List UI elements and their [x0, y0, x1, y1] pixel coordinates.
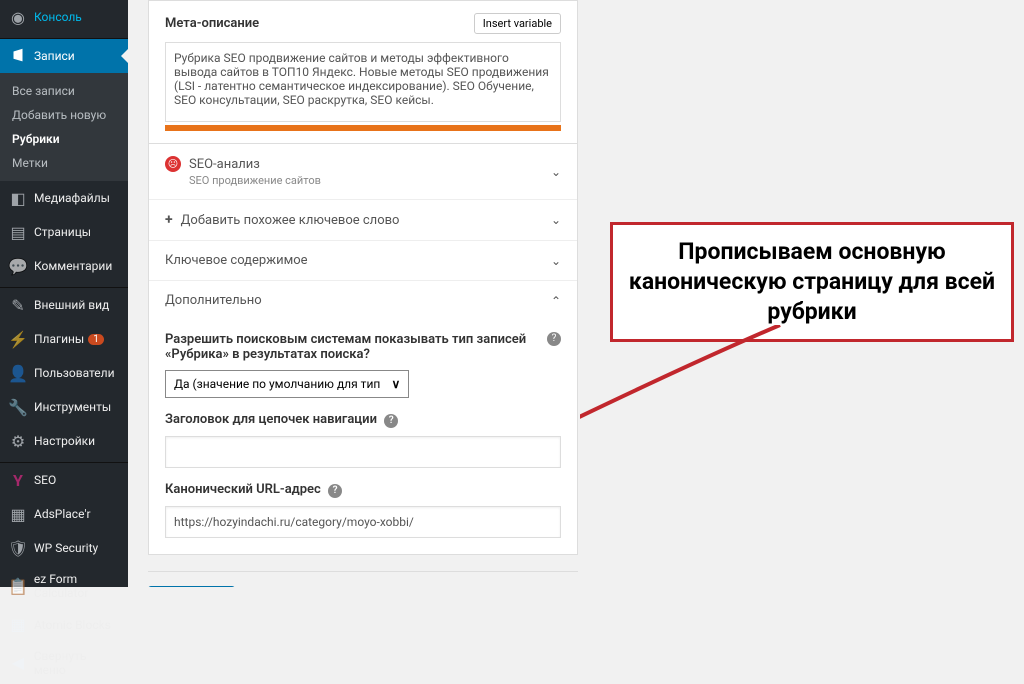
- sad-face-icon: ☹: [165, 156, 181, 172]
- user-icon: 👤: [8, 363, 28, 383]
- search-visibility-select[interactable]: Да (значение по умолчанию для тип: [165, 370, 409, 398]
- search-visibility-label: Разрешить поисковым системам показывать …: [165, 332, 543, 362]
- sidebar-label: SEO: [34, 473, 56, 487]
- sidebar-label: Внешний вид: [34, 298, 109, 312]
- submenu-all-posts[interactable]: Все записи: [0, 79, 128, 103]
- submenu-add-new[interactable]: Добавить новую: [0, 103, 128, 127]
- sidebar-label: Консоль: [34, 10, 82, 24]
- sidebar-label: ez Form Calculator: [34, 572, 120, 601]
- shield-icon: 🛡: [8, 538, 28, 558]
- sidebar-label: WP Security: [34, 541, 98, 555]
- accordion-subtitle: SEO продвижение сайтов: [189, 174, 321, 187]
- grid-icon: ▦: [8, 504, 28, 524]
- gear-icon: ⚙: [8, 431, 28, 451]
- insert-variable-button[interactable]: Insert variable: [474, 13, 561, 34]
- accordion-label: SEO-анализ: [189, 157, 260, 172]
- gauge-icon: ◉: [8, 7, 28, 27]
- blocks-icon: ▦: [8, 615, 28, 635]
- additional-panel: Разрешить поисковым системам показывать …: [149, 320, 577, 554]
- sidebar-item-pages[interactable]: ▤ Страницы: [0, 215, 128, 249]
- accordion-label: Ключевое содержимое: [165, 253, 308, 268]
- sidebar-label: Записи: [34, 49, 75, 63]
- accordion-label: Дополнительно: [165, 293, 262, 308]
- update-badge: 1: [88, 334, 104, 345]
- sidebar-label: Медиафайлы: [34, 191, 110, 205]
- accordion-label: Добавить похожее ключевое слово: [181, 213, 400, 228]
- add-keyword-row[interactable]: Добавить похожее ключевое слово ⌄: [149, 200, 577, 241]
- key-content-row[interactable]: Ключевое содержимое ⌄: [149, 241, 577, 281]
- meta-description-textarea[interactable]: [165, 42, 561, 122]
- wrench-icon: 🔧: [8, 397, 28, 417]
- sidebar-label: Страницы: [34, 225, 91, 239]
- sidebar-item-comments[interactable]: 💬 Комментарии: [0, 249, 128, 283]
- page-icon: ▤: [8, 222, 28, 242]
- sidebar-item-posts[interactable]: Записи: [0, 39, 128, 73]
- sidebar-label: Свернуть меню: [34, 649, 120, 677]
- form-actions: Обновить Удалить: [148, 571, 578, 587]
- meta-description-label: Мета-описание: [165, 16, 259, 31]
- sidebar-label: Настройки: [34, 434, 95, 448]
- sidebar-collapse[interactable]: ◀ Свернуть меню: [0, 642, 128, 684]
- sidebar-submenu: Все записи Добавить новую Рубрики Метки: [0, 73, 128, 181]
- additional-row[interactable]: Дополнительно ⌃: [149, 281, 577, 320]
- sidebar-item-appearance[interactable]: ✎ Внешний вид: [0, 288, 128, 322]
- chevron-down-icon: ⌄: [551, 213, 561, 227]
- help-icon[interactable]: ?: [328, 484, 342, 498]
- sidebar-item-users[interactable]: 👤 Пользователи: [0, 356, 128, 390]
- help-icon[interactable]: ?: [384, 414, 398, 428]
- sidebar-item-adsplacer[interactable]: ▦ AdsPlace'r: [0, 497, 128, 531]
- callout-text: Прописываем основную каноническую страни…: [627, 237, 997, 327]
- brush-icon: ✎: [8, 295, 28, 315]
- sidebar-label: Плагины: [34, 332, 84, 346]
- meta-description-panel: Мета-описание Insert variable: [148, 0, 578, 144]
- progress-bar: [165, 125, 561, 131]
- media-icon: ◧: [8, 188, 28, 208]
- collapse-icon: ◀: [8, 653, 28, 673]
- submenu-tags[interactable]: Метки: [0, 151, 128, 175]
- admin-sidebar: ◉ Консоль Записи Все записи Добавить нов…: [0, 0, 128, 587]
- sidebar-label: Инструменты: [34, 400, 111, 414]
- seo-accordion: ☹ SEO-анализ SEO продвижение сайтов ⌄ До…: [148, 144, 578, 555]
- sidebar-label: Комментарии: [34, 259, 112, 273]
- sidebar-label: Пользователи: [34, 366, 115, 380]
- sidebar-item-seo[interactable]: Y SEO: [0, 463, 128, 497]
- chevron-up-icon: ⌃: [551, 294, 561, 308]
- chevron-down-icon: ⌄: [551, 165, 561, 179]
- plug-icon: ⚡: [8, 329, 28, 349]
- yoast-icon: Y: [8, 470, 28, 490]
- sidebar-item-atomic[interactable]: ▦ Atomic Blocks: [0, 608, 128, 642]
- sidebar-item-settings[interactable]: ⚙ Настройки: [0, 424, 128, 458]
- canonical-url-label: Канонический URL-адрес ?: [165, 482, 561, 498]
- submenu-categories[interactable]: Рубрики: [0, 127, 128, 151]
- sidebar-label: Atomic Blocks: [34, 618, 111, 632]
- plus-icon: [165, 212, 173, 228]
- sidebar-item-ezform[interactable]: 📋 ez Form Calculator: [0, 565, 128, 608]
- sidebar-label: AdsPlace'r: [34, 507, 91, 521]
- sidebar-item-console[interactable]: ◉ Консоль: [0, 0, 128, 34]
- canonical-url-input[interactable]: [165, 506, 561, 538]
- form-icon: 📋: [8, 576, 28, 596]
- sidebar-item-plugins[interactable]: ⚡ Плагины 1: [0, 322, 128, 356]
- breadcrumb-input[interactable]: [165, 436, 561, 468]
- breadcrumb-label: Заголовок для цепочек навигации ?: [165, 412, 561, 428]
- pin-icon: [8, 46, 28, 66]
- chevron-down-icon: ⌄: [551, 254, 561, 268]
- seo-analysis-row[interactable]: ☹ SEO-анализ SEO продвижение сайтов ⌄: [149, 144, 577, 200]
- help-icon[interactable]: ?: [547, 332, 561, 346]
- comment-icon: 💬: [8, 256, 28, 276]
- sidebar-item-media[interactable]: ◧ Медиафайлы: [0, 181, 128, 215]
- annotation-callout: Прописываем основную каноническую страни…: [610, 222, 1014, 342]
- sidebar-item-tools[interactable]: 🔧 Инструменты: [0, 390, 128, 424]
- sidebar-item-wpsecurity[interactable]: 🛡 WP Security: [0, 531, 128, 565]
